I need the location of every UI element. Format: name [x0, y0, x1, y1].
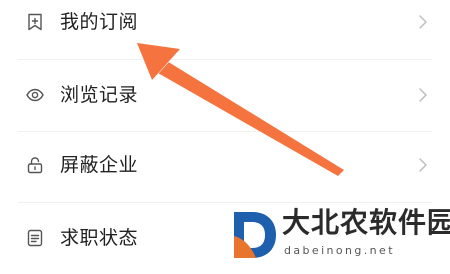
lock-icon — [27, 157, 43, 174]
menu-item-label: 浏览记录 — [60, 84, 139, 106]
menu-item-label: 屏蔽企业 — [60, 154, 139, 176]
menu-item-label: 我的订阅 — [60, 11, 139, 33]
document-list-icon — [27, 229, 43, 247]
chevron-right-icon — [419, 15, 427, 29]
bookmark-plus-icon — [28, 13, 42, 31]
menu-item-browse-history[interactable]: 浏览记录 — [0, 59, 450, 131]
site-logo — [234, 212, 276, 258]
menu-item-my-subscriptions[interactable]: 我的订阅 — [0, 0, 450, 58]
watermark-domain: dabeinong.net — [284, 244, 395, 257]
site-watermark: 大北农软件园 dabeinong.net — [230, 204, 450, 266]
eye-icon — [26, 88, 44, 102]
menu-item-label: 求职状态 — [60, 227, 139, 249]
chevron-right-icon — [419, 88, 427, 102]
chevron-right-icon — [419, 158, 427, 172]
menu-item-block-companies[interactable]: 屏蔽企业 — [0, 129, 450, 201]
watermark-title: 大北农软件园 — [282, 206, 450, 239]
